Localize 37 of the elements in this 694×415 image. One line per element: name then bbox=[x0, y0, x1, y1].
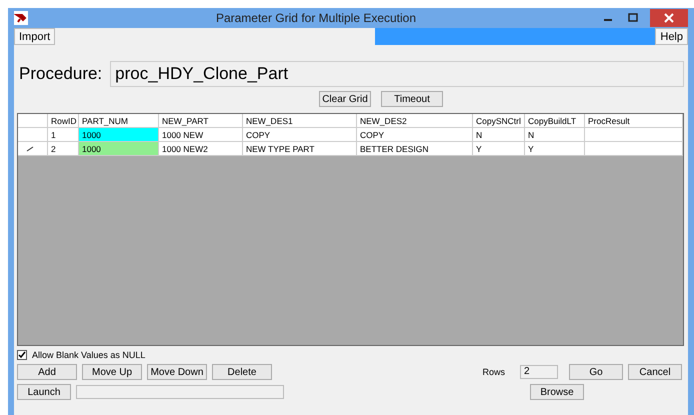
table-cell[interactable]: 1000 NEW2 bbox=[159, 142, 243, 156]
row-button[interactable]: Delete bbox=[212, 364, 272, 380]
table-cell[interactable]: N bbox=[525, 128, 585, 142]
cancel-button[interactable]: Cancel bbox=[628, 364, 682, 380]
grid-button[interactable]: Timeout bbox=[381, 91, 443, 107]
row-button[interactable]: Move Up bbox=[82, 364, 142, 380]
row-button[interactable]: Move Down bbox=[147, 364, 207, 380]
checkbox[interactable] bbox=[17, 350, 27, 360]
import-menu[interactable]: Import bbox=[14, 28, 56, 45]
procedure-field: proc_HDY_Clone_Part bbox=[110, 61, 684, 87]
table-cell[interactable]: BETTER DESIGN bbox=[357, 142, 473, 156]
row-button[interactable]: Add bbox=[17, 364, 77, 380]
table-cell[interactable]: 1000 NEW bbox=[159, 128, 243, 142]
table-cell[interactable]: Y bbox=[525, 142, 585, 156]
table-cell[interactable]: Y bbox=[473, 142, 525, 156]
table-cell[interactable]: 1 bbox=[48, 128, 79, 142]
table-cell[interactable]: COPY bbox=[243, 128, 357, 142]
window-title: Parameter Grid for Multiple Execution bbox=[214, 11, 418, 25]
table-cell[interactable]: COPY bbox=[357, 128, 473, 142]
maximize-icon[interactable] bbox=[628, 13, 638, 23]
pencil-icon bbox=[26, 146, 34, 152]
browse-button[interactable]: Browse bbox=[530, 384, 584, 400]
help-menu[interactable]: Help bbox=[655, 28, 688, 45]
table-cell[interactable]: 1000 bbox=[79, 128, 159, 142]
table-cell[interactable]: N bbox=[473, 128, 525, 142]
grid-button[interactable]: Clear Grid bbox=[319, 91, 371, 107]
close-button[interactable] bbox=[650, 9, 688, 27]
table-cell[interactable]: 1000 bbox=[79, 142, 159, 156]
table-cell[interactable]: 2 bbox=[48, 142, 79, 156]
go-button[interactable]: Go bbox=[569, 364, 623, 380]
app-icon bbox=[14, 11, 28, 25]
rows-label: Rows bbox=[482, 367, 505, 377]
rows-field[interactable]: 2 bbox=[520, 365, 558, 379]
checkbox-label: Allow Blank Values as NULL bbox=[32, 350, 146, 360]
table-cell[interactable]: NEW TYPE PART bbox=[243, 142, 357, 156]
procedure-label: Procedure: bbox=[19, 64, 102, 84]
launch-button[interactable]: Launch bbox=[17, 384, 71, 400]
